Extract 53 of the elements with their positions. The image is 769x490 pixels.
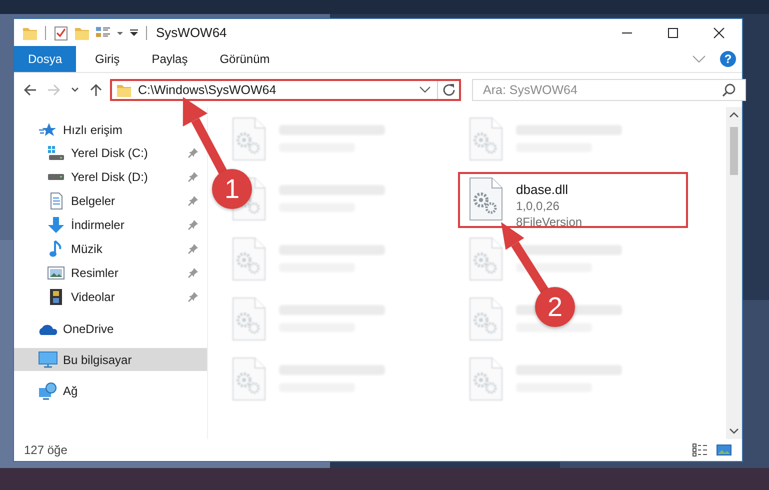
sidebar-item[interactable]: Resimler — [14, 261, 207, 285]
ribbon-tab[interactable]: Görünüm — [206, 46, 283, 72]
sidebar-item[interactable]: Yerel Disk (C:) — [14, 141, 207, 165]
folder-icon — [116, 82, 132, 98]
maximize-icon — [667, 26, 679, 38]
monitor-icon — [38, 350, 58, 368]
scroll-thumb[interactable] — [730, 127, 738, 175]
search-field[interactable]: Ara: SysWOW64 — [472, 79, 746, 101]
window-title: SysWOW64 — [156, 25, 227, 40]
dropdown-icon — [419, 85, 431, 95]
ribbon-tab[interactable]: Paylaş — [138, 46, 201, 72]
file-item[interactable]: dbase.dll 1,0,0,26 8FileVersion — [458, 172, 688, 228]
picture-icon — [47, 265, 65, 281]
caret-down-icon — [70, 87, 80, 93]
details-view-icon — [692, 443, 708, 457]
drive-icon — [47, 145, 65, 161]
large-icons-view-icon — [716, 443, 732, 457]
ribbon-tab[interactable]: Giriş — [82, 46, 133, 72]
download-arrow-icon — [47, 216, 65, 234]
up-arrow-icon — [88, 82, 104, 98]
forward-arrow-icon — [46, 82, 62, 98]
customize-icon — [129, 28, 139, 38]
dll-file-icon — [468, 177, 504, 221]
sidebar-item[interactable]: OneDrive — [14, 317, 207, 340]
refresh-icon — [442, 83, 456, 97]
music-note-icon — [48, 240, 64, 258]
sidebar-item[interactable]: Yerel Disk (D:) — [14, 165, 207, 189]
sidebar-item[interactable]: Bu bilgisayar — [14, 348, 207, 371]
checklist-icon — [53, 24, 69, 40]
network-icon — [38, 382, 58, 400]
ribbon-tab[interactable]: Dosya — [14, 46, 76, 72]
scroll-up-icon — [729, 111, 739, 119]
address-path: C:\Windows\SysWOW64 — [138, 83, 278, 97]
sidebar-item[interactable]: İndirmeler — [14, 213, 207, 237]
help-button[interactable]: ? — [720, 51, 736, 67]
tiles-view-button[interactable] — [716, 443, 732, 457]
close-icon — [713, 26, 725, 38]
drive-icon — [48, 174, 64, 180]
sidebar-item[interactable]: Hızlı erişim — [14, 118, 207, 141]
back-arrow-icon — [22, 82, 38, 98]
details-view-button[interactable] — [692, 443, 708, 457]
star-icon — [39, 122, 57, 138]
address-bar[interactable]: C:\Windows\SysWOW64 — [110, 79, 461, 101]
sidebar-item[interactable]: Ağ — [14, 379, 207, 402]
sidebar-item[interactable]: Belgeler — [14, 189, 207, 213]
document-icon — [48, 192, 64, 210]
scrollbar[interactable] — [726, 107, 742, 439]
scroll-down-icon — [729, 427, 739, 435]
sidebar-item[interactable]: Videolar — [14, 285, 207, 309]
item-count: 127 öğe — [24, 443, 68, 457]
chevron-down-icon — [692, 54, 706, 64]
film-icon — [48, 288, 64, 306]
sidebar-item[interactable]: Müzik — [14, 237, 207, 261]
